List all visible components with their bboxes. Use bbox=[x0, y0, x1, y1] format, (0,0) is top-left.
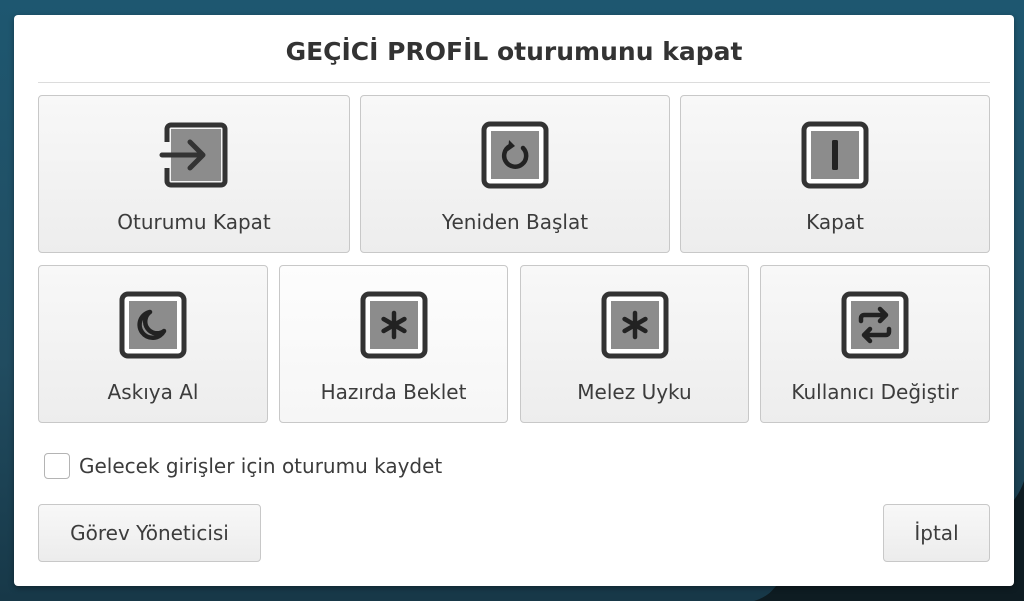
task-manager-button[interactable]: Görev Yöneticisi bbox=[38, 504, 261, 562]
shutdown-label: Kapat bbox=[806, 210, 864, 234]
save-session-label[interactable]: Gelecek girişler için oturumu kaydet bbox=[79, 454, 442, 478]
switch-user-icon bbox=[841, 291, 909, 359]
suspend-button[interactable]: Askıya Al bbox=[38, 265, 268, 423]
title-separator bbox=[38, 82, 990, 83]
asterisk-icon bbox=[601, 291, 668, 359]
save-session-checkbox[interactable] bbox=[44, 453, 70, 479]
logout-label: Oturumu Kapat bbox=[117, 210, 271, 234]
asterisk-icon bbox=[360, 291, 427, 359]
switch-user-button[interactable]: Kullanıcı Değiştir bbox=[760, 265, 990, 423]
hibernate-label: Hazırda Beklet bbox=[320, 380, 467, 404]
hibernate-button[interactable]: Hazırda Beklet bbox=[279, 265, 508, 423]
restart-label: Yeniden Başlat bbox=[441, 210, 589, 234]
logout-dialog: GEÇİCİ PROFİL oturumunu kapat Oturumu Ka… bbox=[14, 15, 1014, 586]
restart-button[interactable]: Yeniden Başlat bbox=[360, 95, 670, 253]
logout-icon bbox=[159, 122, 228, 188]
suspend-label: Askıya Al bbox=[107, 380, 199, 404]
power-icon bbox=[801, 121, 869, 189]
switch-user-label: Kullanıcı Değiştir bbox=[791, 380, 959, 404]
save-session-row: Gelecek girişler için oturumu kaydet bbox=[44, 451, 442, 481]
dialog-title: GEÇİCİ PROFİL oturumunu kapat bbox=[285, 37, 743, 66]
moon-icon bbox=[119, 291, 187, 359]
hybrid-sleep-button[interactable]: Melez Uyku bbox=[520, 265, 749, 423]
shutdown-button[interactable]: Kapat bbox=[680, 95, 990, 253]
logout-button[interactable]: Oturumu Kapat bbox=[38, 95, 350, 253]
cancel-button[interactable]: İptal bbox=[883, 504, 990, 562]
hybrid-sleep-label: Melez Uyku bbox=[577, 380, 692, 404]
restart-icon bbox=[481, 121, 549, 189]
